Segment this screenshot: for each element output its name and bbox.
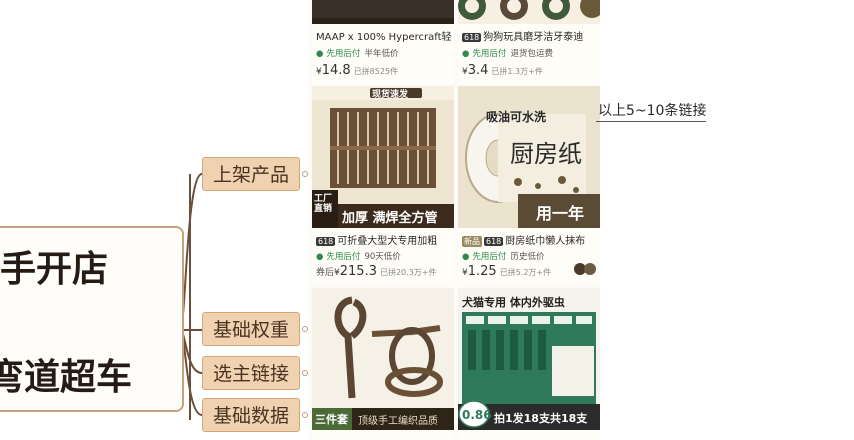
node-base-weight[interactable]: 基础权重	[202, 312, 300, 346]
payment-tags: ● 先用后付 90天低价	[316, 250, 401, 262]
product-card[interactable]: 吸油可水洗 厨房纸 用一年 新品 618 厨房纸巾懒人抹布 ● 先用后付 历史低价 ¥1…	[458, 86, 600, 282]
product-image: 犬猫专用 体内外驱虫 0.86 拍1发18支共18支	[458, 288, 600, 430]
product-title: 新品 618 厨房纸巾懒人抹布	[462, 232, 600, 247]
promo-label: 90天低价	[364, 252, 401, 262]
image-price-badge: 0.86	[462, 408, 492, 422]
payment-tags: ● 先用后付 半年低价	[316, 47, 398, 59]
badge-618: 618	[484, 237, 504, 246]
sold-count: 已拼20.3万+件	[379, 268, 437, 277]
price-value: 3.4	[467, 63, 489, 78]
product-title: 618 可折叠大型犬专用加粗	[316, 232, 454, 247]
green-dot-icon: ●	[462, 49, 470, 59]
product-title-text: 可折叠大型犬专用加粗	[337, 236, 438, 247]
product-card[interactable]: 618 狗狗玩具磨牙洁牙泰迪 ● 先用后付 退货包运费 ¥3.4 已拼1.3万+件	[458, 0, 600, 84]
product-image: 现货速发 加厚 满焊全方管 工厂直销	[312, 86, 454, 228]
price-row: ¥1.25 已拼5.2万+件	[462, 264, 551, 279]
product-card[interactable]: 现货速发 加厚 满焊全方管 工厂直销 618 可折叠大型犬专用加粗 ● 先用后付 90…	[312, 86, 454, 282]
central-topic-line-2: 弯道超车	[0, 357, 133, 398]
annotation-text: 以上5~10条链接	[598, 103, 707, 119]
price-value: 215.3	[339, 264, 377, 279]
image-main-text: 厨房纸	[510, 140, 582, 168]
badge-618: 618	[462, 33, 482, 42]
product-title-text: 厨房纸巾懒人抹布	[505, 236, 586, 247]
price-row: 券后¥215.3 已拼20.3万+件	[316, 264, 436, 279]
image-headline: 吸油可水洗	[486, 110, 547, 124]
badge-618: 618	[316, 237, 336, 246]
buyer-avatars-icon	[574, 263, 596, 275]
node-list-product[interactable]: 上架产品	[202, 157, 300, 191]
product-image: 吸油可水洗 厨房纸 用一年	[458, 86, 600, 228]
sold-count: 已拼5.2万+件	[499, 268, 552, 277]
image-caption: 拍1发18支共18支	[494, 412, 588, 425]
promo-label: 历史低价	[510, 252, 545, 262]
price-prefix: 券后	[316, 268, 335, 278]
product-card[interactable]: MAAP x 100% Hypercraft轻 ● 先用后付 半年低价 ¥14.8 已…	[312, 0, 454, 84]
image-caption: 用一年	[536, 204, 585, 223]
product-image	[312, 0, 454, 24]
badge-new: 新品	[462, 236, 482, 247]
payment-tags: ● 先用后付 退货包运费	[462, 47, 553, 59]
image-caption: 顶级手工编织品质	[358, 416, 438, 427]
green-dot-icon: ●	[316, 252, 324, 262]
green-dot-icon: ●	[462, 252, 470, 262]
promo-label: 退货包运费	[510, 49, 553, 59]
product-image	[458, 0, 600, 24]
pay-later-label: 先用后付	[326, 252, 361, 262]
pay-later-label: 先用后付	[472, 252, 507, 262]
pay-later-label: 先用后付	[326, 49, 361, 59]
sold-count: 已拼1.3万+件	[491, 67, 543, 76]
node-select-main-link[interactable]: 选主链接	[202, 356, 300, 390]
image-corner-label: 工厂直销	[314, 194, 333, 214]
green-dot-icon: ●	[316, 49, 324, 59]
image-caption: 加厚 满焊全方管	[342, 211, 438, 226]
image-badge-text: 现货速发	[372, 90, 409, 100]
product-title: 618 狗狗玩具磨牙洁牙泰迪	[462, 28, 600, 43]
product-title-text: 狗狗玩具磨牙洁牙泰迪	[483, 32, 584, 43]
product-card[interactable]: 犬猫专用 体内外驱虫 0.86 拍1发18支共18支	[458, 288, 600, 440]
image-headline: 犬猫专用 体内外驱虫	[462, 296, 565, 309]
payment-tags: ● 先用后付 历史低价	[462, 250, 544, 262]
price-row: ¥14.8 已拼8525件	[316, 63, 398, 78]
annotation-underline	[596, 121, 706, 122]
product-feed-panel: MAAP x 100% Hypercraft轻 ● 先用后付 半年低价 ¥14.8 已…	[308, 0, 600, 440]
sold-count: 已拼8525件	[353, 67, 399, 76]
price-value: 14.8	[321, 63, 351, 78]
promo-label: 半年低价	[364, 49, 399, 59]
pay-later-label: 先用后付	[472, 49, 507, 59]
node-base-data[interactable]: 基础数据	[202, 398, 300, 432]
product-card[interactable]: 三件套 顶级手工编织品质	[312, 288, 454, 440]
price-row: ¥3.4 已拼1.3万+件	[462, 63, 543, 78]
central-topic-line-1: 手开店	[0, 249, 109, 290]
product-title: MAAP x 100% Hypercraft轻	[316, 32, 452, 43]
image-badge-text: 三件套	[315, 413, 348, 426]
product-image: 三件套 顶级手工编织品质	[312, 288, 454, 430]
price-value: 1.25	[467, 264, 497, 279]
